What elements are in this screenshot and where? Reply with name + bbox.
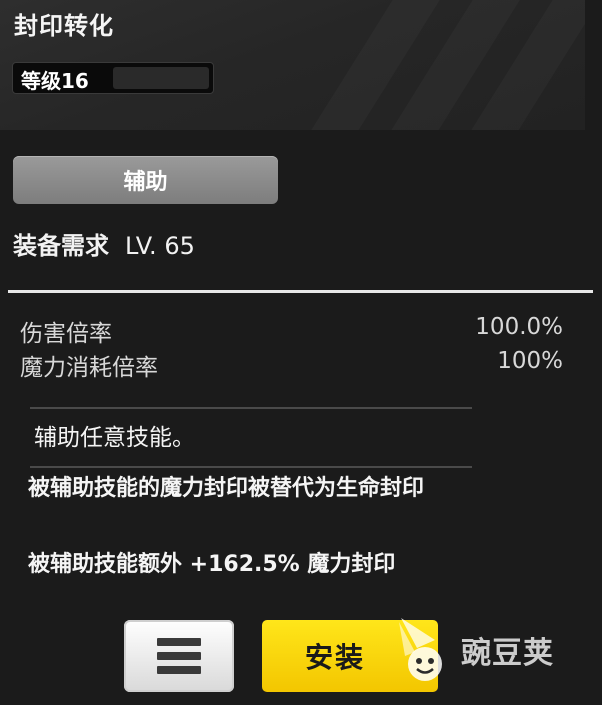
- section-divider: [8, 290, 593, 293]
- skill-header: 封印转化 等级16: [0, 0, 585, 130]
- skill-description: 辅助任意技能。: [34, 425, 195, 451]
- skill-category-badge: 辅助: [13, 156, 278, 204]
- effects-divider: [30, 466, 472, 468]
- stat-row-damage-multiplier: 伤害倍率 100.0%: [20, 314, 563, 347]
- stat-label: 魔力消耗倍率: [20, 355, 158, 381]
- stat-value: 100.0%: [475, 314, 563, 340]
- skill-detail-panel: 封印转化 等级16 辅助 装备需求 LV. 65 伤害倍率 100.0% 魔力消耗…: [0, 0, 602, 705]
- stat-row-mana-cost-multiplier: 魔力消耗倍率 100%: [20, 348, 563, 381]
- requirement-label: 装备需求: [13, 232, 109, 260]
- equip-requirement: 装备需求 LV. 65: [13, 226, 195, 261]
- skill-level-bar: 等级16: [12, 62, 214, 94]
- description-divider: [30, 407, 472, 409]
- skill-effect: 被辅助技能额外 +162.5% 魔力封印: [28, 552, 396, 577]
- skill-title: 封印转化: [14, 12, 114, 40]
- skill-level-label: 等级16: [21, 69, 89, 93]
- menu-button[interactable]: [124, 620, 234, 692]
- pea-logo-icon: [399, 618, 442, 681]
- watermark: 豌豆荚: [395, 612, 585, 686]
- hamburger-line: [157, 652, 201, 660]
- skill-effect: 被辅助技能的魔力封印被替代为生命封印: [28, 476, 425, 501]
- stat-value: 100%: [497, 348, 563, 374]
- install-button-label: 安装: [304, 641, 365, 674]
- watermark-text: 豌豆荚: [461, 636, 554, 671]
- hamburger-line: [157, 638, 201, 646]
- level-progress-track: [113, 67, 209, 89]
- requirement-level: LV. 65: [125, 232, 195, 260]
- hamburger-line: [157, 666, 201, 674]
- stat-label: 伤害倍率: [20, 321, 112, 347]
